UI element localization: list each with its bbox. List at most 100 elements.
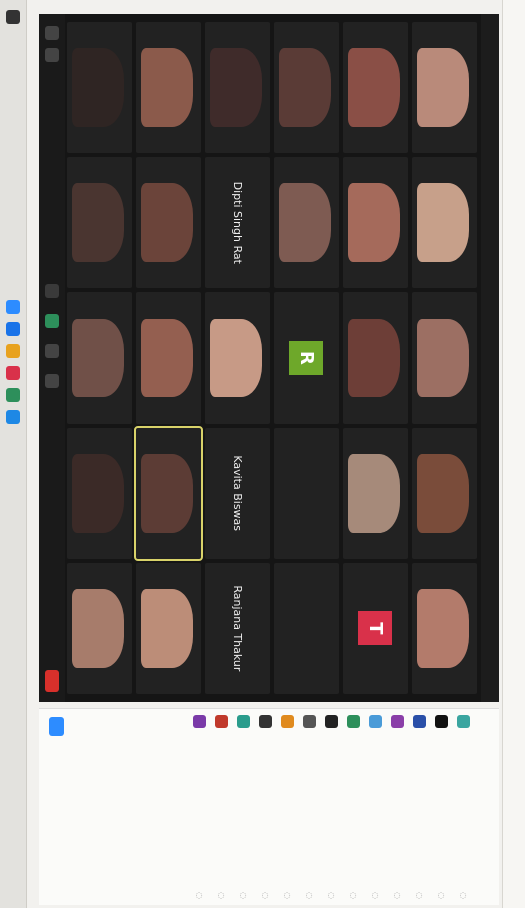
mute-button[interactable]: [45, 26, 59, 40]
participant-row[interactable]: ◌: [409, 715, 431, 899]
participants-panel: ◌ ◌ ◌ ◌ ◌ ◌ ◌ ◌ ◌ ◌ ◌ ◌ ◌: [39, 708, 499, 905]
os-taskbar: [0, 0, 27, 908]
participant-video-tile[interactable]: [136, 292, 201, 424]
participant-avatar: [259, 715, 273, 728]
participant-video: [348, 318, 401, 398]
invite-button[interactable]: [49, 717, 64, 736]
participant-video: [279, 48, 332, 127]
participant-video: [417, 453, 470, 533]
participant-avatar: [457, 715, 471, 728]
share-screen-button[interactable]: [45, 314, 59, 328]
avatar-wrapper: R: [274, 292, 339, 423]
participant-name: Dipti Singh Rat: [231, 181, 244, 264]
participant-avatar: [435, 715, 449, 728]
participant-video-tile[interactable]: [67, 562, 132, 694]
participant-row[interactable]: ◌: [211, 715, 233, 899]
taskbar-app-icon[interactable]: [6, 300, 20, 314]
participant-row[interactable]: ◌: [255, 715, 277, 899]
avatar-wrapper: T: [343, 563, 408, 694]
participant-video-tile[interactable]: [205, 292, 270, 424]
participant-avatar: [369, 715, 383, 728]
participant-video-tile[interactable]: T: [343, 562, 408, 694]
mic-muted-icon: ◌: [437, 892, 447, 899]
participant-video-tile[interactable]: [205, 22, 270, 154]
participant-row[interactable]: ◌: [365, 715, 387, 899]
participant-video: [417, 589, 470, 668]
participant-video-tile[interactable]: [412, 22, 477, 154]
participant-video-tile[interactable]: [274, 22, 339, 154]
reactions-button[interactable]: [45, 374, 59, 388]
participant-video-tile[interactable]: [412, 427, 477, 559]
participant-video-tile[interactable]: [412, 562, 477, 694]
participant-video-tile[interactable]: [412, 292, 477, 424]
participant-video: [417, 48, 470, 127]
participant-video: [279, 183, 332, 263]
taskbar-app-icon[interactable]: [6, 388, 20, 402]
participant-avatar: [193, 715, 207, 728]
participant-video-tile[interactable]: [67, 22, 132, 154]
participant-video: [72, 318, 125, 398]
participant-avatar: [391, 715, 405, 728]
avatar: T: [358, 611, 393, 646]
participant-video-tile[interactable]: R: [274, 292, 339, 424]
participant-row[interactable]: ◌: [387, 715, 409, 899]
participant-video-tile[interactable]: [136, 22, 201, 154]
participant-video-tile[interactable]: [412, 157, 477, 289]
video-grid-window: T R Dipti Singh Rat Kavita Biswas Ranjana Th…: [39, 14, 499, 702]
top-bar: [502, 0, 525, 908]
participant-video: [210, 318, 263, 398]
participant-row[interactable]: ◌: [299, 715, 321, 899]
participant-video-tile[interactable]: Ranjana Thakur: [205, 562, 270, 694]
participant-video-tile[interactable]: [343, 427, 408, 559]
gallery-view: T R Dipti Singh Rat Kavita Biswas Ranjana Th…: [67, 22, 477, 694]
participant-video-tile[interactable]: [67, 292, 132, 424]
participant-video-tile[interactable]: [67, 427, 132, 559]
participant-video-tile[interactable]: Dipti Singh Rat: [205, 157, 270, 289]
participant-row[interactable]: ◌: [321, 715, 343, 899]
participant-row[interactable]: ◌: [343, 715, 365, 899]
participant-row[interactable]: ◌: [453, 715, 475, 899]
participants-button[interactable]: [45, 284, 59, 298]
participants-list: ◌ ◌ ◌ ◌ ◌ ◌ ◌ ◌ ◌ ◌ ◌ ◌ ◌: [189, 715, 475, 899]
taskbar-app-icon[interactable]: [6, 366, 20, 380]
mic-muted-icon: ◌: [459, 892, 469, 899]
mic-muted-icon: ◌: [239, 892, 249, 899]
taskbar-app-icon[interactable]: [6, 322, 20, 336]
participant-video: [417, 318, 470, 398]
mic-muted-icon: ◌: [261, 892, 271, 899]
participant-row[interactable]: ◌: [431, 715, 453, 899]
windows-start-icon[interactable]: [6, 10, 20, 24]
participant-video: [72, 589, 125, 668]
chat-button[interactable]: [45, 344, 59, 358]
participant-video-tile[interactable]: [67, 157, 132, 289]
participant-name: Ranjana Thakur: [231, 585, 244, 672]
participant-video-tile[interactable]: [274, 157, 339, 289]
end-meeting-button[interactable]: [45, 670, 59, 692]
participant-video: [348, 183, 401, 263]
participant-row[interactable]: ◌: [277, 715, 299, 899]
mic-muted-icon: ◌: [195, 892, 205, 899]
participant-video-tile[interactable]: [135, 423, 202, 563]
video-button[interactable]: [45, 48, 59, 62]
participant-avatar: [413, 715, 427, 728]
participant-video-tile[interactable]: [343, 22, 408, 154]
participant-video-tile[interactable]: [136, 562, 201, 694]
participant-video-tile[interactable]: Kavita Biswas: [205, 427, 270, 559]
taskbar-app-icon[interactable]: [6, 410, 20, 424]
participant-video: [141, 48, 194, 127]
participant-video-tile[interactable]: [274, 427, 339, 559]
participant-video-tile[interactable]: [274, 562, 339, 694]
taskbar-app-icon[interactable]: [6, 344, 20, 358]
participant-row[interactable]: ◌: [233, 715, 255, 899]
participant-video-tile[interactable]: [343, 157, 408, 289]
mic-muted-icon: ◌: [305, 892, 315, 899]
participant-video-tile[interactable]: [136, 157, 201, 289]
participant-video-tile[interactable]: [343, 292, 408, 424]
mic-muted-icon: ◌: [349, 892, 359, 899]
mic-muted-icon: ◌: [415, 892, 425, 899]
participant-avatar: [325, 715, 339, 728]
participant-video: [141, 453, 194, 533]
photographed-screen: T R Dipti Singh Rat Kavita Biswas Ranjana Th…: [0, 0, 525, 908]
participant-avatar: [347, 715, 361, 728]
participant-row[interactable]: ◌: [189, 715, 211, 899]
